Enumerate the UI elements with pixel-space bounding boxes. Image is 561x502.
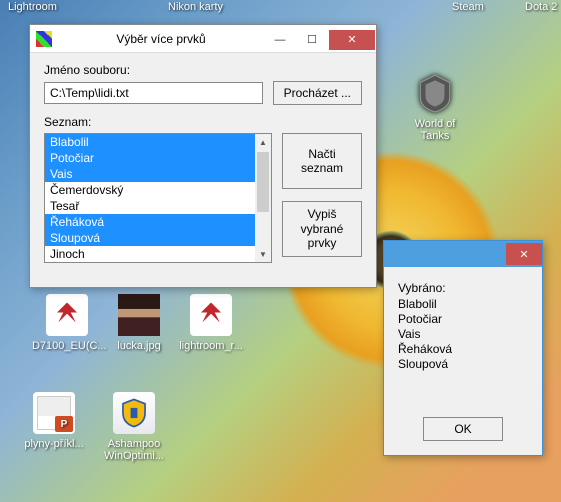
list-item[interactable]: Blabolil — [45, 134, 271, 150]
scroll-up-icon[interactable]: ▲ — [255, 134, 271, 150]
close-button[interactable]: ✕ — [506, 243, 542, 265]
icon-label: D7100_EU(C... — [32, 340, 102, 352]
scroll-thumb[interactable] — [257, 152, 269, 212]
desktop-icon-ashampoo[interactable]: Ashampoo WinOptimi... — [99, 392, 169, 462]
selected-item: Sloupová — [398, 357, 528, 372]
desktop: Lightroom Nikon karty Steam Dota 2 World… — [0, 0, 561, 502]
close-button[interactable]: ✕ — [329, 30, 375, 50]
icon-label: lightroom_r... — [176, 340, 246, 352]
minimize-button[interactable]: — — [265, 30, 295, 50]
pdf-icon — [46, 294, 88, 336]
icon-label: Ashampoo WinOptimi... — [99, 438, 169, 462]
list-item[interactable]: Řeháková — [45, 214, 271, 230]
main-window: Výběr více prvků — ☐ ✕ Jméno souboru: Pr… — [29, 24, 377, 288]
result-window: ✕ Vybráno: BlabolilPotočiarVaisŘehákováS… — [383, 240, 543, 456]
titlebar[interactable]: Výběr více prvků — ☐ ✕ — [30, 25, 376, 53]
icon-label: World of Tanks — [400, 118, 470, 142]
shield-icon — [113, 392, 155, 434]
app-icon — [36, 31, 52, 47]
list-item[interactable]: Vais — [45, 166, 271, 182]
top-label-nikon: Nikon karty — [168, 1, 223, 13]
top-label-dota: Dota 2 — [525, 1, 557, 13]
list-item[interactable]: Sloupová — [45, 230, 271, 246]
list-item[interactable]: Čemerdovský — [45, 182, 271, 198]
file-label: Jméno souboru: — [44, 63, 362, 77]
maximize-button[interactable]: ☐ — [297, 30, 327, 50]
result-titlebar[interactable]: ✕ — [384, 241, 542, 267]
top-label-lightroom: Lightroom — [8, 1, 57, 13]
list-label: Seznam: — [44, 115, 362, 129]
selected-item: Vais — [398, 327, 528, 342]
icon-label: lucka.jpg — [104, 340, 174, 352]
selected-item: Potočiar — [398, 312, 528, 327]
browse-button[interactable]: Procházet ... — [273, 81, 362, 105]
list-item[interactable]: Jinoch — [45, 246, 271, 262]
icon-label: plyny-příkl... — [19, 438, 89, 450]
list-item[interactable]: Potočiar — [45, 150, 271, 166]
scroll-down-icon[interactable]: ▼ — [255, 246, 271, 262]
file-path-input[interactable] — [44, 82, 263, 104]
top-label-steam: Steam — [452, 1, 484, 13]
desktop-icon-pdf1[interactable]: D7100_EU(C... — [32, 294, 102, 352]
ok-button[interactable]: OK — [423, 417, 503, 441]
desktop-icon-pdf2[interactable]: lightroom_r... — [176, 294, 246, 352]
wot-icon — [414, 72, 456, 114]
selected-heading: Vybráno: — [398, 281, 528, 295]
desktop-icon-plyny[interactable]: P plyny-příkl... — [19, 392, 89, 450]
selected-item: Řeháková — [398, 342, 528, 357]
image-icon — [118, 294, 160, 336]
scrollbar[interactable]: ▲ ▼ — [255, 134, 271, 262]
selected-item: Blabolil — [398, 297, 528, 312]
document-icon: P — [33, 392, 75, 434]
desktop-icon-wot[interactable]: World of Tanks — [400, 72, 470, 142]
show-selected-button[interactable]: Vypiš vybrané prvky — [282, 201, 362, 257]
items-listbox[interactable]: BlabolilPotočiarVaisČemerdovskýTesařŘehá… — [44, 133, 272, 263]
pdf-icon — [190, 294, 232, 336]
desktop-icon-lucka[interactable]: lucka.jpg — [104, 294, 174, 352]
load-list-button[interactable]: Načti seznam — [282, 133, 362, 189]
list-item[interactable]: Tesař — [45, 198, 271, 214]
window-title: Výběr více prvků — [58, 32, 264, 46]
selected-list: BlabolilPotočiarVaisŘehákováSloupová — [398, 297, 528, 372]
